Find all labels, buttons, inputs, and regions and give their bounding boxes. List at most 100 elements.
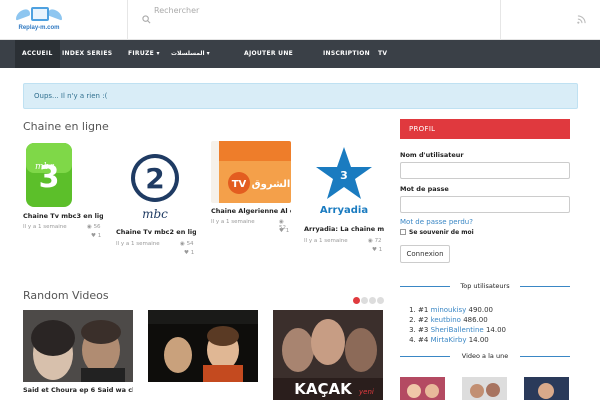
video-thumbnail[interactable] [23,310,133,382]
channel-thumbnail[interactable]: TV الشروق [211,141,291,203]
likes-count: ♥ 1 [372,247,383,253]
featured-video-thumbnail[interactable] [462,377,507,400]
section-title-chaines: Chaine en ligne [23,120,109,133]
pager-dot[interactable] [361,297,368,304]
header-divider [500,0,501,40]
channel-thumbnail[interactable]: 2 mbc [116,150,194,225]
pager-dot[interactable] [377,297,384,304]
channel-thumbnail[interactable]: 3 Arryadia [304,141,384,221]
views-value: 56 [93,224,101,230]
section-title-random: Random Videos [23,289,109,302]
likes-value: 1 [190,250,195,256]
video-une-title-text: Video a la une [461,352,509,360]
login-button[interactable]: Connexion [400,245,450,263]
channel-title[interactable]: Chaine Tv mbc3 en ligne [23,212,103,220]
list-item: #1 minoukisy 490.00 [418,305,506,315]
nav-item-index-series[interactable]: INDEX SERIES [62,40,112,68]
logo-text: Replay-m.com [18,25,60,31]
likes-count: ♥ 1 [91,233,102,239]
user-score: 486.00 [463,316,488,324]
profil-header: PROFIL [400,119,570,139]
svg-text:3: 3 [340,169,348,182]
svg-text:yeni: yeni [358,388,374,396]
svg-text:TV: TV [232,179,247,190]
list-item: #3 SheriBallentine 14.00 [418,325,506,335]
channel-title[interactable]: Arryadia: La chaine mar [304,225,384,233]
top-bar: Replay-m.com [0,0,600,40]
views-count: ◉ 56 [87,224,101,230]
arryadia-logo: 3 Arryadia [316,147,372,216]
remember-me[interactable]: Se souvenir de moi [400,229,474,236]
channel-title[interactable]: Chaine Algerienne Al ch [211,207,291,215]
user-rank: #4 [418,336,429,344]
forgot-password-link[interactable]: Mot de passe perdu? [400,218,473,226]
carousel-pager [353,289,385,308]
video-poster-image [23,310,133,382]
user-rank: #1 [418,306,429,314]
channel-title[interactable]: Chaine Tv mbc2 en ligne [116,228,196,236]
rss-icon[interactable] [577,15,586,24]
nav-item-series-ar[interactable]: المسلسلات ▾ [171,40,210,68]
search-bar [128,0,500,40]
poster-title-text: KAÇAK [294,380,353,398]
divider-line [520,356,570,357]
featured-poster [524,377,569,400]
video-poster-image: KAÇAK yeni [273,310,383,400]
top-users-list: #1 minoukisy 490.00 #2 keutbino 486.00 #… [410,305,506,345]
user-score: 14.00 [468,336,489,344]
top-users-title: Top utilisateurs [400,282,570,290]
views-value: 72 [374,238,382,244]
divider-line [520,286,570,287]
svg-text:2: 2 [145,162,164,195]
svg-text:mbc: mbc [35,162,54,172]
echorouk-logo: TV الشروق [219,141,291,203]
site-logo[interactable]: Replay-m.com [14,5,64,35]
info-alert: Oups... Il n'y a rien :( [23,83,578,109]
likes-count: ♥ 1 [184,250,195,256]
user-rank: #2 [418,316,429,324]
user-link[interactable]: MirtaKirby [431,336,467,344]
password-label: Mot de passe [400,185,449,193]
remember-checkbox[interactable] [400,229,406,235]
logo-tv-icon [31,7,49,21]
views-count: ◉ 54 [180,241,194,247]
user-link[interactable]: keutbino [431,316,461,324]
likes-value: 1 [378,247,383,253]
likes-value: 1 [285,228,290,234]
channel-thumbnail[interactable]: 3 mbc [23,141,101,209]
video-thumbnail[interactable]: KAÇAK yeni [273,310,383,400]
video-une-title: Video a la une [400,352,570,360]
logo-right-wing [48,7,62,21]
arryadia-logo-text: Arryadia [320,205,368,216]
likes-value: 1 [97,233,102,239]
video-thumbnail[interactable] [148,310,258,382]
nav-item-accueil[interactable]: ACCUEIL [15,40,60,68]
likes-count: ♥ 1 [279,228,290,234]
svg-text:الشروق: الشروق [252,179,291,190]
search-icon[interactable] [142,15,151,24]
nav-item-tv[interactable]: TV [378,40,387,68]
featured-video-thumbnail[interactable] [524,377,569,400]
video-title[interactable]: Said et Choura ep 6 Said wa chora [23,386,133,394]
views-value: 54 [186,241,194,247]
channel-date: Il y a 1 semaine [116,241,160,247]
featured-poster [462,377,507,400]
user-link[interactable]: minoukisy [431,306,467,314]
nav-item-ajouter[interactable]: AJOUTER UNE [244,40,293,68]
username-label: Nom d'utilisateur [400,151,464,159]
mbc3-logo: 3 mbc [26,143,72,207]
featured-poster [400,377,445,400]
top-users-title-text: Top utilisateurs [460,282,510,290]
username-field[interactable] [400,162,570,179]
search-input[interactable] [154,0,454,20]
nav-item-inscription[interactable]: INSCRIPTION [323,40,370,68]
pager-dot[interactable] [353,297,360,304]
user-link[interactable]: SheriBallentine [431,326,484,334]
nav-item-firuze[interactable]: FIRUZE ▾ [128,40,160,68]
main-nav: ACCUEIL INDEX SERIES FIRUZE ▾ المسلسلات … [0,40,600,68]
user-score: 14.00 [485,326,507,334]
password-field[interactable] [400,196,570,213]
pager-dot[interactable] [369,297,376,304]
featured-video-thumbnail[interactable] [400,377,445,400]
channel-date: Il y a 1 semaine [211,219,255,225]
